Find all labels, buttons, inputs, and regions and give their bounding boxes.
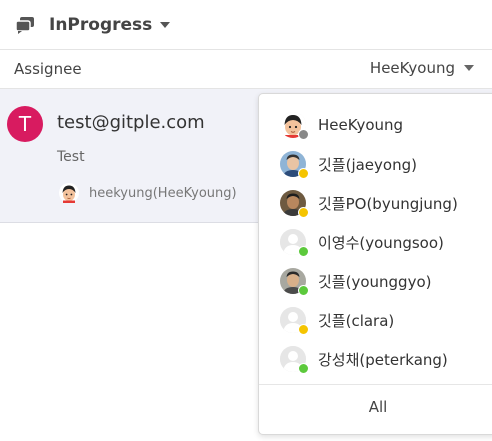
status-away-indicator [298, 129, 309, 140]
conversation-assignee: heekyung(HeeKyoung) [59, 183, 237, 203]
last-message: Test [57, 149, 85, 165]
status-online-indicator [298, 363, 309, 374]
agent-avatar-icon [59, 183, 79, 203]
dropdown-item-byungjung[interactable]: 깃플PO(byungjung) [259, 186, 492, 220]
status-filter-dropdown[interactable]: InProgress [14, 12, 171, 38]
status-busy-indicator [298, 168, 309, 179]
assignee-name: heekyung(HeeKyoung) [89, 185, 237, 201]
dropdown-item-label: 깃플(clara) [318, 311, 395, 330]
assignee-filter-bar: Assignee HeeKyoung [0, 50, 492, 89]
status-busy-indicator [298, 207, 309, 218]
status-online-indicator [298, 246, 309, 257]
contact-avatar: T [7, 106, 43, 142]
dropdown-item-label: 강성채(peterkang) [318, 350, 448, 369]
dropdown-item-label: 깃플PO(byungjung) [318, 194, 458, 213]
assignee-dropdown-menu: HeeKyoung 깃플(jaeyong) 깃플PO(byungjung) 이영… [258, 93, 492, 435]
contact-email: test@gitple.com [57, 112, 205, 133]
dropdown-item-younggyo[interactable]: 깃플(younggyo) [259, 264, 492, 298]
chevron-down-icon [160, 22, 171, 28]
dropdown-item-label: 깃플(younggyo) [318, 272, 432, 291]
dropdown-item-heekyoung[interactable]: HeeKyoung [259, 108, 492, 142]
dropdown-item-label: 이영수(youngsoo) [318, 233, 444, 252]
status-online-indicator [298, 285, 309, 296]
dropdown-item-peterkang[interactable]: 강성채(peterkang) [259, 342, 492, 376]
dropdown-item-label: HeeKyoung [318, 116, 404, 134]
dropdown-item-youngsoo[interactable]: 이영수(youngsoo) [259, 225, 492, 259]
dropdown-item-jaeyong[interactable]: 깃플(jaeyong) [259, 147, 492, 181]
assignee-select[interactable]: HeeKyoung [370, 59, 474, 77]
dropdown-item-label: 깃플(jaeyong) [318, 155, 417, 174]
header: InProgress [0, 0, 492, 50]
dropdown-item-clara[interactable]: 깃플(clara) [259, 303, 492, 337]
status-label: InProgress [49, 15, 153, 35]
chat-bubbles-icon [15, 17, 34, 34]
status-busy-indicator [298, 324, 309, 335]
assignee-label: Assignee [14, 60, 82, 78]
assignee-selected-value: HeeKyoung [369, 59, 455, 77]
chevron-down-icon [464, 65, 474, 71]
dropdown-item-all[interactable]: All [259, 385, 492, 429]
